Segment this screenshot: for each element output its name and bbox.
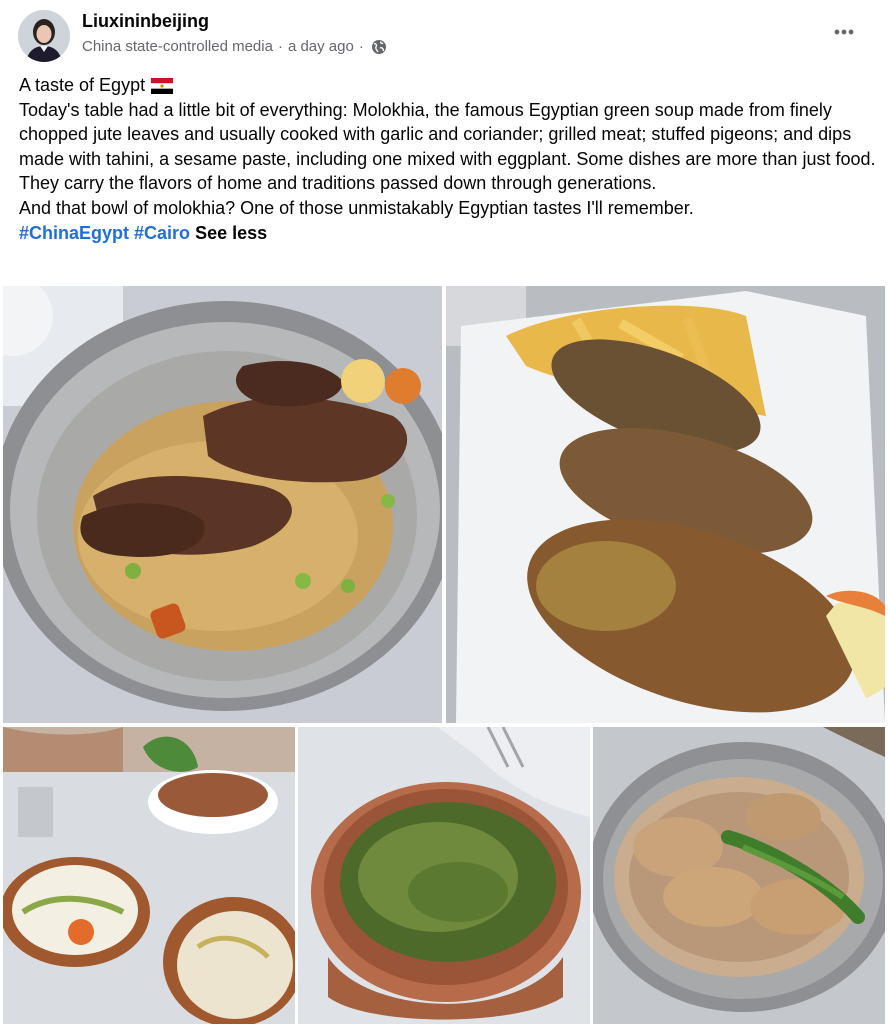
hashtag-link[interactable]: #Cairo	[134, 223, 190, 243]
post-title-line: A taste of Egypt	[19, 73, 879, 98]
photo-stuffed-pigeons[interactable]	[446, 286, 885, 723]
media-label: China state-controlled media	[82, 38, 273, 55]
post-card: Liuxininbeijing China state-controlled m…	[0, 0, 888, 1024]
globe-icon	[371, 39, 387, 55]
photo-rice-platter-image	[593, 727, 885, 1024]
post-body-paragraph: And that bowl of molokhia? One of those …	[19, 197, 694, 218]
photo-stuffed-pigeons-image	[446, 286, 885, 723]
meta-separator: ·	[277, 38, 283, 55]
author-name[interactable]: Liuxininbeijing	[82, 11, 209, 32]
photo-grilled-meat-image	[3, 286, 442, 723]
meta-separator: ·	[358, 38, 364, 55]
post-footer-line: #ChinaEgypt #Cairo See less	[19, 221, 879, 246]
post-time[interactable]: a day ago	[288, 38, 354, 55]
post-header: Liuxininbeijing China state-controlled m…	[0, 0, 888, 66]
photo-rice-platter[interactable]	[593, 727, 885, 1024]
photo-molokhia-soup-image	[298, 727, 590, 1024]
photo-tahini-dips-image	[3, 727, 295, 1024]
avatar[interactable]	[18, 10, 70, 62]
avatar-image	[18, 10, 70, 62]
egypt-flag-icon	[151, 76, 174, 94]
photo-tahini-dips[interactable]	[3, 727, 295, 1024]
post-meta: China state-controlled media · a day ago…	[82, 38, 387, 55]
more-dots-icon[interactable]	[826, 18, 862, 46]
photo-molokhia-soup[interactable]	[298, 727, 590, 1024]
hashtag-link[interactable]: #ChinaEgypt	[19, 223, 129, 243]
post-body-paragraph: Today's table had a little bit of everyt…	[19, 99, 876, 194]
see-less-link[interactable]: See less	[195, 223, 267, 243]
photo-grilled-meat[interactable]	[3, 286, 442, 723]
post-title: A taste of Egypt	[19, 75, 146, 95]
post-text: A taste of Egypt Today's table had a lit…	[19, 73, 879, 245]
